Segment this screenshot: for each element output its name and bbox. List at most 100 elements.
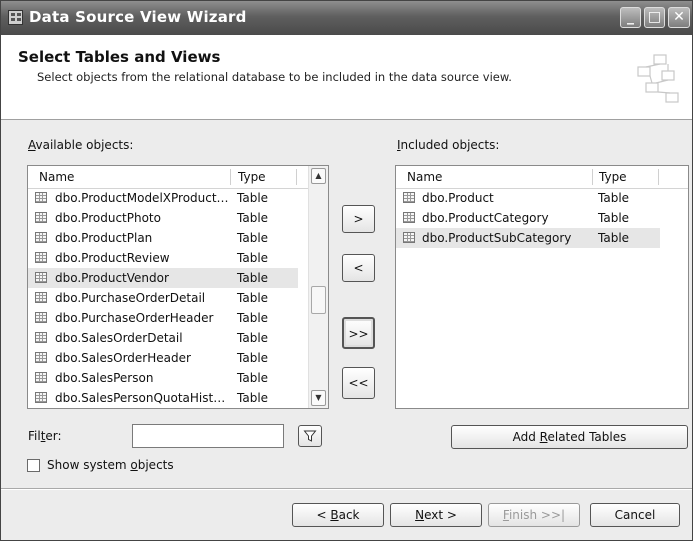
- column-separator[interactable]: [296, 169, 297, 185]
- table-icon: [35, 352, 47, 363]
- row-type: Table: [237, 371, 269, 385]
- funnel-icon: [303, 430, 317, 442]
- row-type: Table: [237, 391, 269, 405]
- filter-label-pre: Fil: [28, 429, 41, 443]
- included-col-type[interactable]: Type: [599, 170, 627, 184]
- table-row[interactable]: dbo.ProductPlan Table: [28, 228, 328, 248]
- filter-label-post: er:: [45, 429, 62, 443]
- filter-button[interactable]: [298, 425, 322, 447]
- table-row[interactable]: dbo.SalesOrderHeader Table: [28, 348, 328, 368]
- wizard-graphic-icon: [637, 54, 679, 103]
- table-row-selected[interactable]: dbo.ProductVendor Table: [28, 268, 298, 288]
- row-type: Table: [237, 291, 269, 305]
- available-label-access: A: [28, 138, 36, 152]
- table-row[interactable]: dbo.PurchaseOrderDetail Table: [28, 288, 328, 308]
- maximize-button[interactable]: □: [644, 7, 665, 28]
- next-access: N: [415, 508, 425, 522]
- scroll-down-arrow-icon[interactable]: ▼: [311, 390, 326, 406]
- table-icon: [35, 232, 47, 243]
- row-name: dbo.SalesPerson: [55, 371, 154, 385]
- filter-input[interactable]: [132, 424, 284, 448]
- table-row[interactable]: dbo.ProductCategory Table: [396, 208, 688, 228]
- window-title: Data Source View Wizard: [29, 8, 247, 26]
- show-system-post: bjects: [137, 458, 174, 472]
- table-row[interactable]: dbo.ProductPhoto Table: [28, 208, 328, 228]
- table-icon: [35, 392, 47, 403]
- title-bar[interactable]: Data Source View Wizard _ □ ✕: [1, 1, 692, 35]
- finish-button[interactable]: Finish >>|: [488, 503, 580, 527]
- remove-button[interactable]: <: [342, 254, 375, 282]
- remove-all-button[interactable]: <<: [342, 367, 375, 399]
- row-type: Table: [237, 331, 269, 345]
- show-system-access: o: [130, 458, 138, 472]
- close-button[interactable]: ✕: [668, 7, 690, 28]
- table-row[interactable]: dbo.ProductReview Table: [28, 248, 328, 268]
- column-separator[interactable]: [658, 169, 659, 185]
- filter-label: Filter:: [28, 429, 62, 443]
- back-access: B: [330, 508, 339, 522]
- add-related-pre: Add: [512, 430, 540, 444]
- table-row[interactable]: dbo.SalesOrderDetail Table: [28, 328, 328, 348]
- app-icon: [8, 10, 23, 25]
- available-scrollbar[interactable]: ▲ ▼: [308, 166, 328, 408]
- available-col-type[interactable]: Type: [238, 170, 266, 184]
- row-name: dbo.SalesOrderDetail: [55, 331, 183, 345]
- table-icon: [35, 372, 47, 383]
- show-system-objects-checkbox[interactable]: [27, 459, 40, 472]
- table-row-selected[interactable]: dbo.ProductSubCategory Table: [396, 228, 660, 248]
- row-type: Table: [598, 191, 630, 205]
- available-col-name[interactable]: Name: [39, 170, 74, 184]
- next-button[interactable]: Next >: [390, 503, 482, 527]
- row-name: dbo.SalesPersonQuotaHist…: [55, 391, 226, 405]
- close-icon: ✕: [673, 9, 685, 25]
- wizard-window: Data Source View Wizard _ □ ✕ Select Tab…: [0, 0, 693, 541]
- table-row[interactable]: dbo.PurchaseOrderHeader Table: [28, 308, 328, 328]
- maximize-icon: □: [647, 9, 662, 25]
- included-col-name[interactable]: Name: [407, 170, 442, 184]
- add-all-button[interactable]: >>: [342, 317, 375, 349]
- table-row[interactable]: dbo.SalesPersonQuotaHist… Table: [28, 388, 328, 408]
- back-button[interactable]: < Back: [292, 503, 384, 527]
- row-type: Table: [237, 311, 269, 325]
- show-system-pre: Show system: [47, 458, 131, 472]
- row-type: Table: [237, 211, 269, 225]
- included-objects-label: Included objects:: [397, 138, 499, 152]
- row-name: dbo.Product: [422, 191, 494, 205]
- minimize-button[interactable]: _: [620, 7, 641, 28]
- row-name: dbo.PurchaseOrderDetail: [55, 291, 206, 305]
- row-name: dbo.ProductCategory: [422, 211, 549, 225]
- table-icon: [35, 252, 47, 263]
- scroll-thumb[interactable]: [311, 286, 326, 314]
- table-icon: [35, 272, 47, 283]
- table-icon: [35, 292, 47, 303]
- table-row[interactable]: dbo.ProductModelXProduct… Table: [28, 188, 328, 208]
- scroll-up-arrow-icon[interactable]: ▲: [311, 168, 326, 184]
- table-icon: [35, 312, 47, 323]
- column-separator[interactable]: [230, 169, 231, 185]
- page-subtitle: Select objects from the relational datab…: [37, 70, 512, 84]
- available-objects-label: Available objects:: [28, 138, 133, 152]
- add-button[interactable]: >: [342, 205, 375, 233]
- included-column-header: Name Type: [396, 166, 688, 189]
- table-icon: [35, 212, 47, 223]
- row-type: Table: [598, 211, 630, 225]
- row-name: dbo.ProductSubCategory: [422, 231, 572, 245]
- table-row[interactable]: dbo.SalesPerson Table: [28, 368, 328, 388]
- row-type: Table: [237, 231, 269, 245]
- table-icon: [35, 332, 47, 343]
- available-label-text: vailable objects:: [35, 138, 134, 152]
- wizard-header: Select Tables and Views Select objects f…: [1, 35, 692, 120]
- back-post: ack: [338, 508, 360, 522]
- next-post: ext >: [424, 508, 457, 522]
- cancel-button[interactable]: Cancel: [590, 503, 680, 527]
- row-name: dbo.ProductPhoto: [55, 211, 161, 225]
- row-type: Table: [237, 191, 269, 205]
- available-objects-list[interactable]: Name Type dbo.ProductModelXProduct… Table…: [27, 165, 329, 409]
- included-objects-list[interactable]: Name Type dbo.Product Table dbo.ProductCa…: [395, 165, 689, 409]
- row-name: dbo.ProductPlan: [55, 231, 153, 245]
- show-system-objects-label[interactable]: Show system objects: [47, 458, 174, 472]
- finish-post: inish >>|: [508, 508, 566, 522]
- add-related-tables-button[interactable]: Add Related Tables: [451, 425, 688, 449]
- column-separator[interactable]: [592, 169, 593, 185]
- table-row[interactable]: dbo.Product Table: [396, 188, 688, 208]
